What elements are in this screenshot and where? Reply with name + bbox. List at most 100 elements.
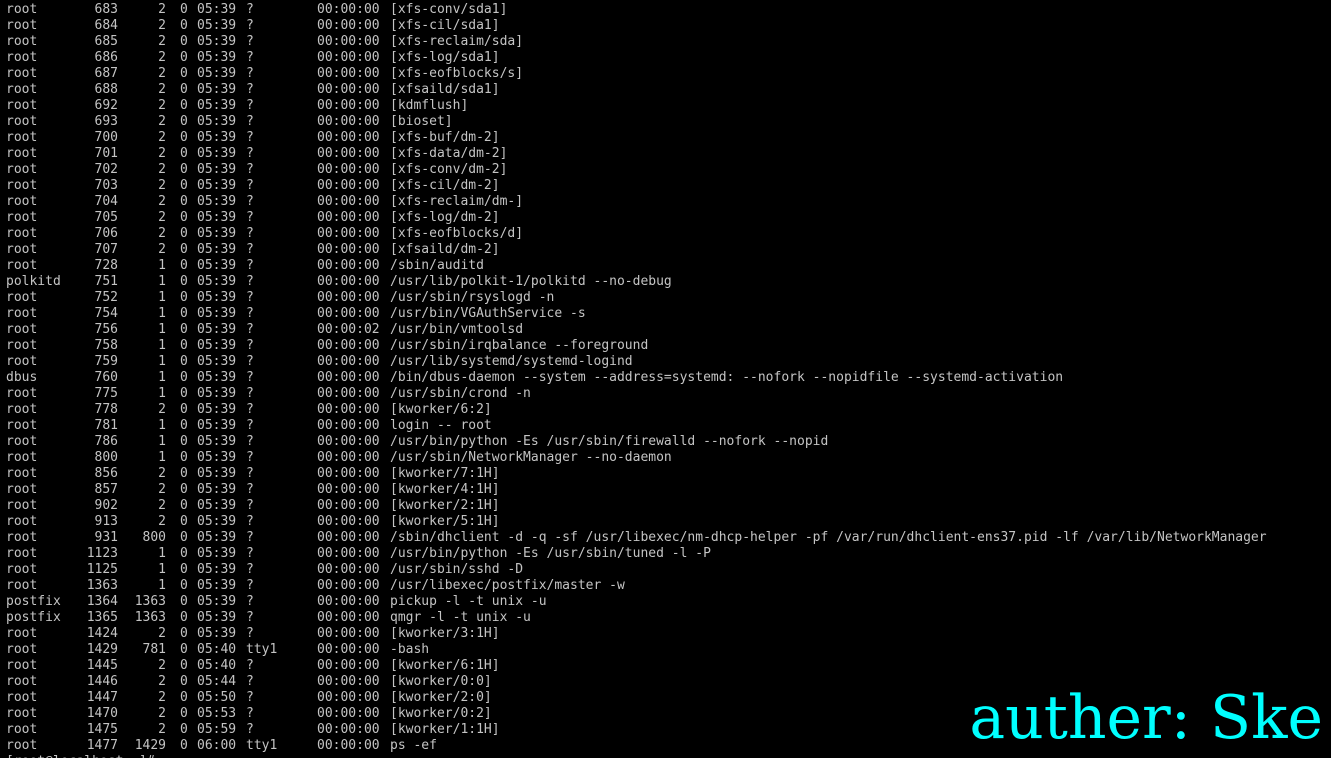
- ps-uid-cell: root: [6, 162, 38, 177]
- ps-time-cell: 00:00:00: [317, 34, 380, 49]
- ps-ppid-cell: 2: [158, 498, 166, 513]
- ps-uid-cell: postfix: [6, 594, 61, 609]
- ps-cmd-cell: [kworker/0:0]: [390, 674, 492, 689]
- ps-stime-cell: 05:39: [197, 578, 237, 593]
- ps-cmd-cell: [kworker/2:1H]: [390, 498, 500, 513]
- ps-row: root 1424 2 0 05:39? 00:00:00 [kworker/3:1H]: [0, 626, 1331, 642]
- ps-stime-cell: 05:39: [197, 98, 237, 113]
- ps-ppid-cell: 1429: [134, 738, 166, 753]
- ps-tty-cell: ?: [246, 226, 254, 241]
- ps-row: root 692 2 0 05:39? 00:00:00 [kdmflush]: [0, 98, 1331, 114]
- ps-cmd-cell: [kworker/5:1H]: [390, 514, 500, 529]
- ps-ppid-cell: 1: [158, 434, 166, 449]
- ps-uid-cell: root: [6, 194, 38, 209]
- ps-cmd-cell: /usr/libexec/postfix/master -w: [390, 578, 625, 593]
- ps-time-cell: 00:00:00: [317, 706, 380, 721]
- ps-pid-cell: 728: [94, 258, 118, 273]
- ps-cmd-cell: /bin/dbus-daemon --system --address=syst…: [390, 370, 1064, 385]
- ps-ppid-cell: 2: [158, 146, 166, 161]
- ps-stime-cell: 05:39: [197, 402, 237, 417]
- ps-uid-cell: root: [6, 178, 38, 193]
- ps-row: root 728 1 0 05:39? 00:00:00/sbin/auditd: [0, 258, 1331, 274]
- ps-pid-cell: 702: [94, 162, 118, 177]
- ps-stime-cell: 05:39: [197, 322, 237, 337]
- ps-ppid-cell: 1: [158, 578, 166, 593]
- ps-tty-cell: tty1: [246, 642, 278, 657]
- ps-c-cell: 0: [180, 722, 188, 737]
- ps-uid-cell: root: [6, 226, 38, 241]
- ps-pid-cell: 778: [94, 402, 118, 417]
- ps-pid-cell: 857: [94, 482, 118, 497]
- ps-ppid-cell: 1: [158, 450, 166, 465]
- ps-row: root 786 1 0 05:39? 00:00:00/usr/bin/python -…: [0, 434, 1331, 450]
- ps-pid-cell: 692: [94, 98, 118, 113]
- ps-c-cell: 0: [180, 210, 188, 225]
- ps-c-cell: 0: [180, 594, 188, 609]
- ps-pid-cell: 707: [94, 242, 118, 257]
- ps-cmd-cell: /usr/bin/VGAuthService -s: [390, 306, 586, 321]
- ps-pid-cell: 1424: [86, 626, 118, 641]
- ps-pid-cell: 704: [94, 194, 118, 209]
- ps-row: root 931 800 0 05:39? 00:00:00/sbin/dhclient …: [0, 530, 1331, 546]
- ps-cmd-cell: [xfs-data/dm-2]: [390, 146, 508, 161]
- ps-c-cell: 0: [180, 130, 188, 145]
- ps-c-cell: 0: [180, 34, 188, 49]
- ps-c-cell: 0: [180, 482, 188, 497]
- ps-cmd-cell: [kworker/0:2]: [390, 706, 492, 721]
- ps-time-cell: 00:00:00: [317, 226, 380, 241]
- ps-cmd-cell: /usr/sbin/rsyslogd -n: [390, 290, 555, 305]
- ps-stime-cell: 05:59: [197, 722, 237, 737]
- ps-c-cell: 0: [180, 386, 188, 401]
- ps-pid-cell: 701: [94, 146, 118, 161]
- ps-uid-cell: root: [6, 514, 38, 529]
- ps-pid-cell: 931: [94, 530, 118, 545]
- ps-c-cell: 0: [180, 354, 188, 369]
- ps-stime-cell: 05:39: [197, 338, 237, 353]
- ps-c-cell: 0: [180, 706, 188, 721]
- ps-ppid-cell: 1: [158, 562, 166, 577]
- ps-stime-cell: 05:39: [197, 146, 237, 161]
- ps-row: root 706 2 0 05:39? 00:00:00 [xfs-eofblocks/d]: [0, 226, 1331, 242]
- ps-ppid-cell: 2: [158, 210, 166, 225]
- ps-tty-cell: ?: [246, 82, 254, 97]
- ps-tty-cell: ?: [246, 130, 254, 145]
- ps-cmd-cell: /usr/sbin/irqbalance --foreground: [390, 338, 649, 353]
- ps-uid-cell: root: [6, 482, 38, 497]
- ps-pid-cell: 705: [94, 210, 118, 225]
- ps-c-cell: 0: [180, 98, 188, 113]
- ps-ppid-cell: 2: [158, 402, 166, 417]
- ps-tty-cell: ?: [246, 370, 254, 385]
- ps-row: root 687 2 0 05:39? 00:00:00 [xfs-eofblocks/s]: [0, 66, 1331, 82]
- ps-tty-cell: ?: [246, 386, 254, 401]
- ps-row: postfix 1364 1363 0 05:39? 00:00:00 pickup -l …: [0, 594, 1331, 610]
- ps-cmd-cell: [xfs-reclaim/dm-]: [390, 194, 524, 209]
- ps-pid-cell: 693: [94, 114, 118, 129]
- ps-ppid-cell: 1: [158, 306, 166, 321]
- ps-tty-cell: ?: [246, 66, 254, 81]
- ps-cmd-cell: /usr/sbin/NetworkManager --no-daemon: [390, 450, 672, 465]
- ps-pid-cell: 759: [94, 354, 118, 369]
- ps-stime-cell: 05:39: [197, 82, 237, 97]
- ps-tty-cell: ?: [246, 562, 254, 577]
- ps-time-cell: 00:00:00: [317, 146, 380, 161]
- ps-cmd-cell: [kworker/1:1H]: [390, 722, 500, 737]
- ps-uid-cell: root: [6, 354, 38, 369]
- ps-time-cell: 00:00:00: [317, 130, 380, 145]
- ps-uid-cell: postfix: [6, 610, 61, 625]
- ps-tty-cell: ?: [246, 450, 254, 465]
- ps-uid-cell: root: [6, 258, 38, 273]
- ps-pid-cell: 754: [94, 306, 118, 321]
- ps-ppid-cell: 2: [158, 482, 166, 497]
- ps-c-cell: 0: [180, 562, 188, 577]
- ps-ppid-cell: 1363: [134, 610, 166, 625]
- ps-tty-cell: ?: [246, 242, 254, 257]
- ps-ppid-cell: 1363: [134, 594, 166, 609]
- terminal-screen[interactable]: root 683 2 0 05:39? 00:00:00 [xfs-conv/sda1] ro…: [0, 0, 1331, 758]
- ps-tty-cell: ?: [246, 674, 254, 689]
- ps-stime-cell: 05:39: [197, 18, 237, 33]
- ps-ppid-cell: 1: [158, 386, 166, 401]
- ps-tty-cell: ?: [246, 706, 254, 721]
- ps-ppid-cell: 2: [158, 178, 166, 193]
- ps-tty-cell: ?: [246, 274, 254, 289]
- ps-c-cell: 0: [180, 226, 188, 241]
